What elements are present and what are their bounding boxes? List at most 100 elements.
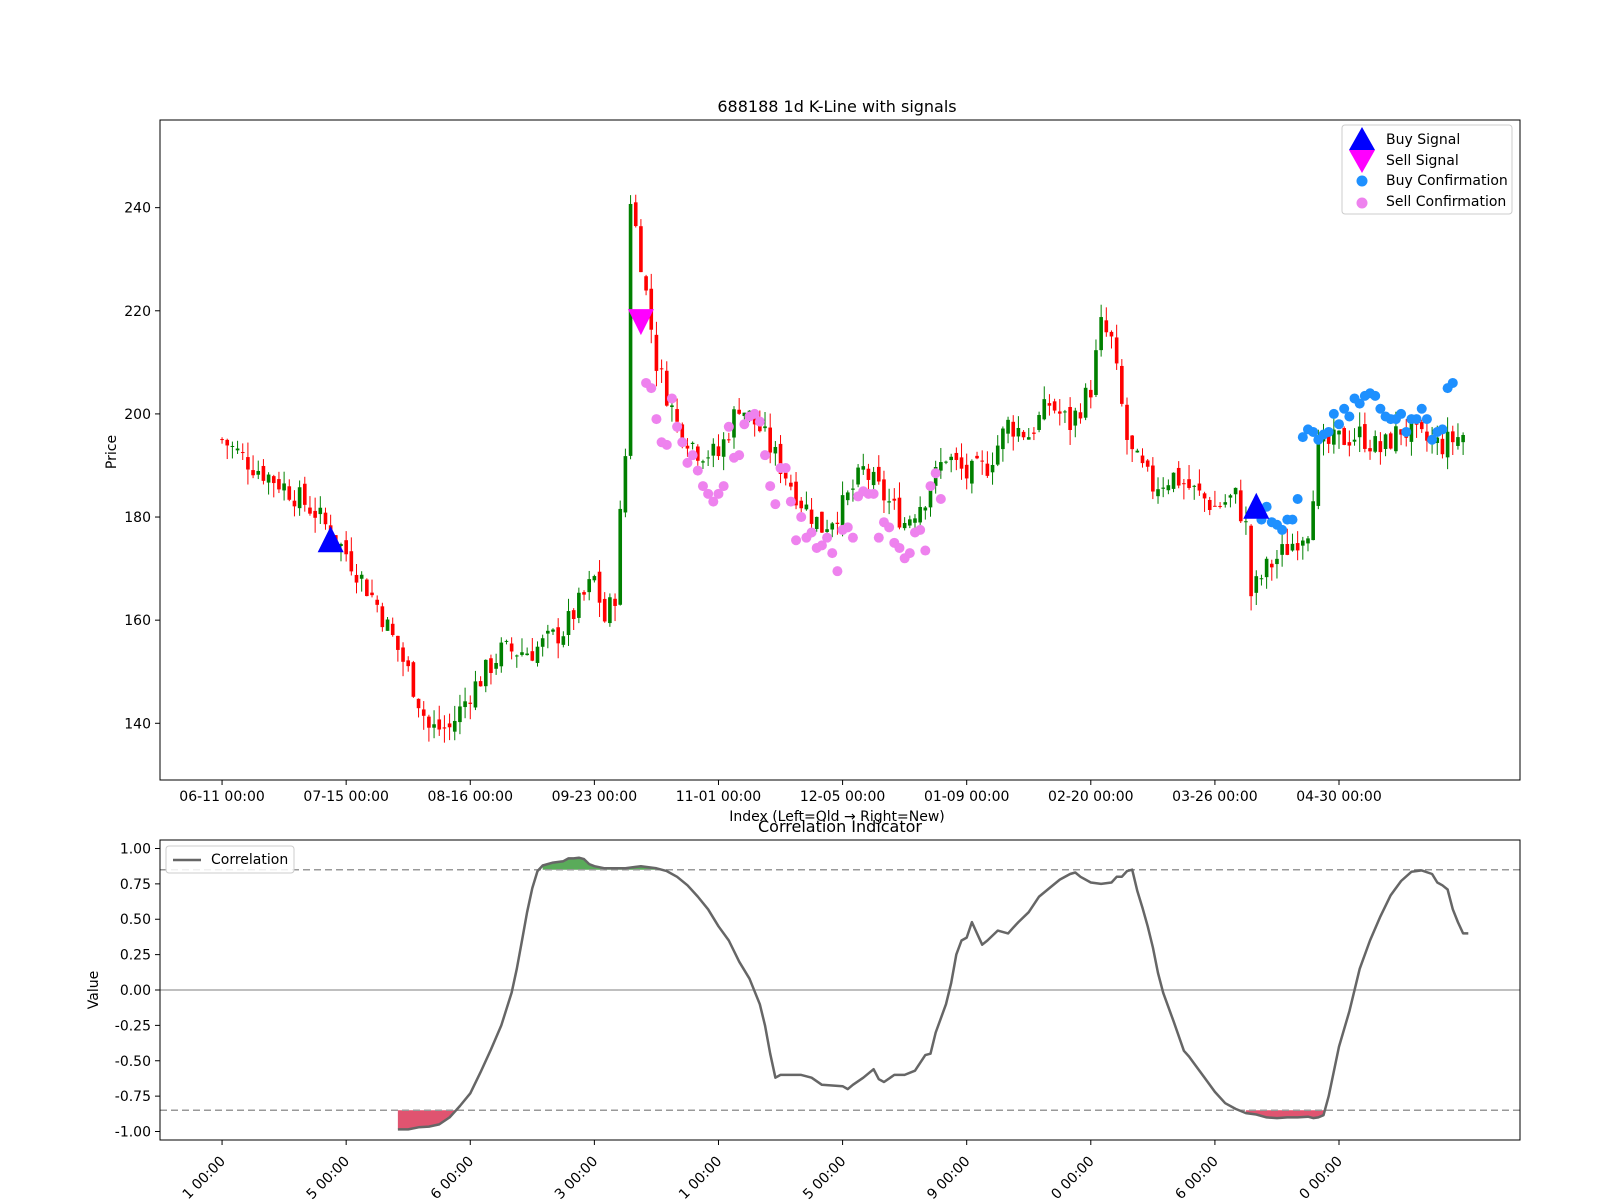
candle-body bbox=[861, 466, 866, 470]
sell-confirmation-point bbox=[930, 468, 941, 479]
candle-body bbox=[447, 723, 452, 728]
candle-body bbox=[970, 460, 974, 484]
sell-confirmation-point bbox=[842, 522, 853, 533]
candle-body bbox=[768, 427, 772, 453]
candle-body bbox=[659, 368, 664, 370]
candle-body bbox=[380, 606, 385, 628]
correlation-title: Correlation Indicator bbox=[758, 817, 922, 836]
candle-body bbox=[763, 426, 767, 429]
sell-confirmation-point bbox=[925, 481, 936, 492]
candle-body bbox=[1238, 490, 1243, 522]
candle-body bbox=[608, 597, 612, 624]
y-tick-label: 1.00 bbox=[120, 841, 151, 857]
candle-body bbox=[670, 405, 674, 408]
candle-body bbox=[602, 598, 607, 622]
sell-confirmation-point bbox=[672, 421, 683, 432]
sell-confirmation-point bbox=[666, 393, 677, 404]
candle-body bbox=[442, 727, 447, 729]
x-tick-label: 12-05 00:00 bbox=[800, 789, 885, 805]
sell-confirmation-point bbox=[827, 548, 838, 559]
sell-confirmation-point bbox=[770, 499, 781, 510]
candle-body bbox=[1099, 317, 1103, 351]
candle-body bbox=[1166, 485, 1171, 491]
correlation-y-axis: -1.00 -0.75 -0.50 -0.25 0.00 0.25 0.50 0.75 1.00 bbox=[115, 841, 160, 1141]
candle-body bbox=[225, 439, 230, 446]
candle-body bbox=[1083, 387, 1088, 418]
candle-body bbox=[1068, 406, 1072, 431]
candle-body bbox=[597, 571, 602, 603]
candle-body bbox=[675, 409, 679, 422]
candle-body bbox=[706, 457, 710, 459]
candle-body bbox=[1450, 431, 1455, 443]
candle-body bbox=[354, 574, 359, 583]
correlation-legend: Correlation bbox=[165, 845, 295, 874]
candle-body bbox=[571, 610, 576, 620]
candle-body bbox=[292, 500, 297, 507]
candle-body bbox=[1264, 558, 1269, 578]
candle-body bbox=[737, 409, 741, 414]
y-tick-label: 0.75 bbox=[120, 877, 151, 893]
candle-body bbox=[716, 446, 721, 457]
candle-body bbox=[235, 448, 240, 451]
candle-body bbox=[1011, 421, 1016, 437]
legend-buy-confirmation-label: Buy Confirmation bbox=[1386, 173, 1508, 189]
kline-plot-frame bbox=[159, 119, 1521, 781]
y-tick-label: 180 bbox=[124, 510, 151, 526]
y-tick-label: 0.00 bbox=[120, 983, 151, 999]
candle-body bbox=[1145, 460, 1150, 467]
y-tick-label: 0.50 bbox=[120, 912, 151, 928]
x-tick-label: 1 00:00 bbox=[180, 1154, 229, 1200]
candle-body bbox=[1073, 410, 1078, 426]
buy-confirmation-point bbox=[1447, 377, 1458, 388]
y-tick-label: 240 bbox=[124, 201, 151, 217]
candle-body bbox=[230, 445, 235, 447]
candle-body bbox=[406, 660, 411, 667]
buy-confirmation-point bbox=[1437, 424, 1448, 435]
candle-body bbox=[1156, 489, 1160, 497]
candle-body bbox=[995, 445, 1000, 465]
candle-body bbox=[944, 461, 948, 463]
candle-body bbox=[685, 445, 690, 449]
candle-body bbox=[1373, 436, 1378, 452]
candle-body bbox=[1445, 431, 1450, 458]
x-tick-label: 5 00:00 bbox=[304, 1154, 353, 1200]
correlation-x-axis: 1 00:00 5 00:00 6 00:00 3 00:00 1 00:00 5 00:… bbox=[180, 1140, 1346, 1200]
candle-body bbox=[359, 574, 364, 579]
candle-body bbox=[313, 510, 317, 518]
candle-body bbox=[1368, 448, 1372, 452]
candle-body bbox=[840, 495, 845, 527]
candle-body bbox=[375, 599, 379, 605]
sell-confirmation-point bbox=[806, 527, 817, 538]
candle-body bbox=[814, 516, 819, 529]
candle-body bbox=[1088, 389, 1093, 398]
sell-confirmation-point bbox=[791, 535, 802, 546]
sell-confirmation-point bbox=[832, 566, 843, 577]
correlation-legend-label: Correlation bbox=[211, 852, 288, 868]
candle-body bbox=[1254, 576, 1259, 593]
candle-body bbox=[365, 579, 369, 597]
candle-body bbox=[540, 638, 545, 647]
candle-body bbox=[820, 511, 824, 533]
candle-body bbox=[654, 334, 659, 371]
candle-body bbox=[1244, 521, 1248, 523]
candle-body bbox=[318, 507, 323, 515]
candle-body bbox=[220, 439, 224, 441]
candle-body bbox=[478, 681, 483, 687]
legend-sell-signal-label: Sell Signal bbox=[1386, 153, 1459, 169]
buy-signal-marker bbox=[317, 526, 344, 553]
candle-body bbox=[1233, 487, 1238, 495]
candle-body bbox=[711, 443, 716, 456]
x-tick-label: 09-23 00:00 bbox=[552, 789, 637, 805]
sell-confirmation-point bbox=[868, 488, 879, 499]
candle-body bbox=[866, 468, 871, 480]
candle-body bbox=[639, 226, 643, 273]
buy-confirmation-point bbox=[1323, 426, 1334, 437]
candle-body bbox=[411, 662, 416, 697]
candle-body bbox=[1135, 450, 1140, 453]
candle-body bbox=[623, 456, 628, 513]
sell-confirmation-point bbox=[904, 548, 915, 559]
x-tick-label: 08-16 00:00 bbox=[428, 789, 513, 805]
candle-body bbox=[1125, 404, 1129, 440]
candle-body bbox=[633, 202, 638, 227]
candle-body bbox=[566, 611, 571, 636]
